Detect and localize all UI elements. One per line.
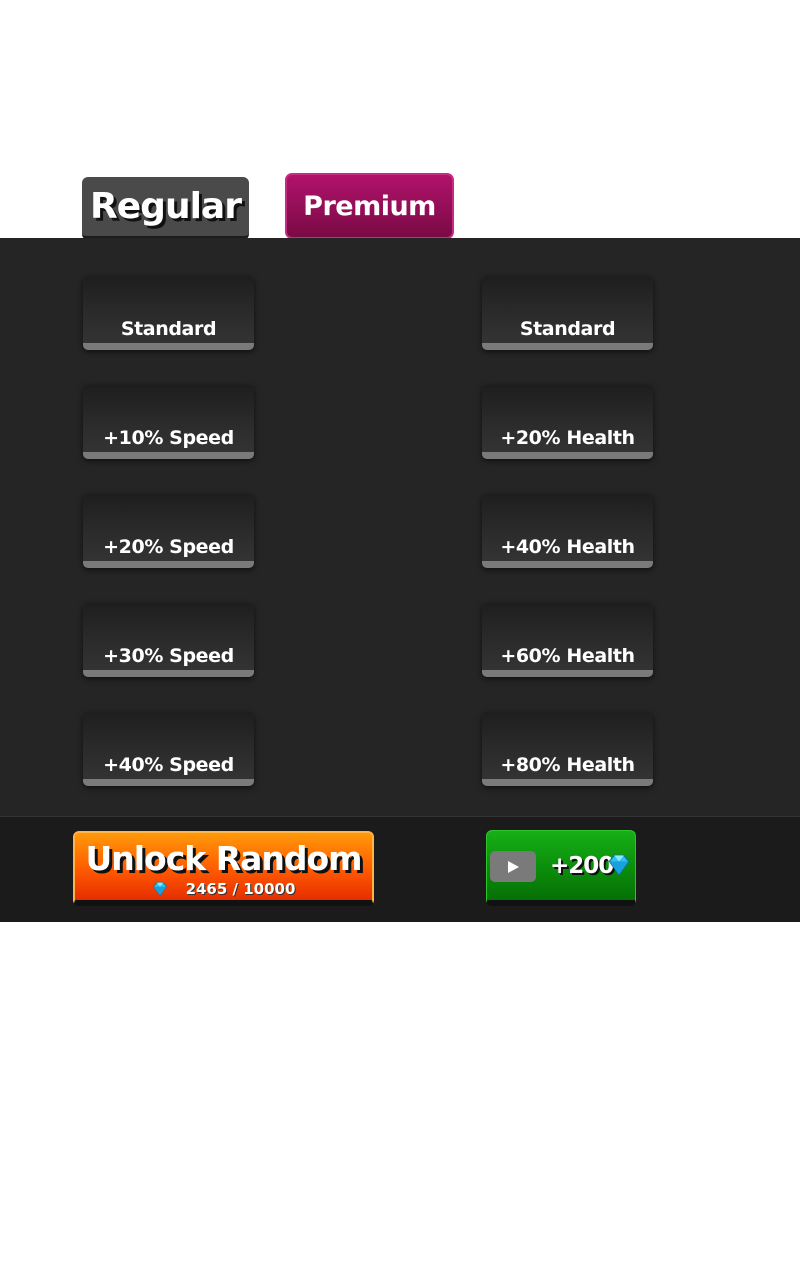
- upgrade-label: +30% Speed: [103, 645, 234, 667]
- upgrade-label: +40% Speed: [103, 754, 234, 776]
- tab-regular[interactable]: Regular: [82, 177, 249, 240]
- upgrade-label: Standard: [519, 318, 616, 340]
- upgrade-label: +10% Speed: [103, 427, 234, 449]
- upgrade-label: +20% Speed: [103, 536, 234, 558]
- upgrade-label: +80% Health: [500, 754, 635, 776]
- health-upgrade-60[interactable]: +60% Health: [482, 603, 653, 677]
- reward-amount: +200: [550, 853, 614, 879]
- tab-regular-label: Regular: [90, 186, 242, 227]
- upgrade-label: +40% Health: [500, 536, 635, 558]
- speed-upgrade-20[interactable]: +20% Speed: [83, 494, 254, 568]
- health-upgrade-standard[interactable]: Standard: [482, 276, 653, 350]
- speed-upgrade-40[interactable]: +40% Speed: [83, 712, 254, 786]
- health-upgrade-20[interactable]: +20% Health: [482, 385, 653, 459]
- upgrade-screen: Regular Premium Standard +10% Speed +20%…: [0, 0, 800, 1280]
- tab-premium-label: Premium: [303, 190, 436, 222]
- upgrade-label: +20% Health: [500, 427, 635, 449]
- gem-icon: [608, 854, 630, 876]
- watch-video-reward-button[interactable]: +200: [486, 830, 636, 906]
- health-upgrade-80[interactable]: +80% Health: [482, 712, 653, 786]
- speed-upgrade-10[interactable]: +10% Speed: [83, 385, 254, 459]
- gem-progress-text: 2465 / 10000: [185, 880, 296, 898]
- tab-premium[interactable]: Premium: [285, 173, 454, 239]
- unlock-random-label: Unlock Random: [85, 839, 362, 878]
- speed-upgrade-30[interactable]: +30% Speed: [83, 603, 254, 677]
- speed-upgrade-standard[interactable]: Standard: [83, 276, 254, 350]
- health-upgrade-40[interactable]: +40% Health: [482, 494, 653, 568]
- upgrade-label: Standard: [120, 318, 217, 340]
- unlock-random-button[interactable]: Unlock Random 2465 / 10000: [73, 831, 374, 906]
- upgrade-label: +60% Health: [500, 645, 635, 667]
- gem-icon: [152, 882, 167, 897]
- gem-progress: 2465 / 10000: [75, 880, 372, 898]
- video-thumbnail: [490, 851, 536, 882]
- play-icon: [508, 860, 519, 873]
